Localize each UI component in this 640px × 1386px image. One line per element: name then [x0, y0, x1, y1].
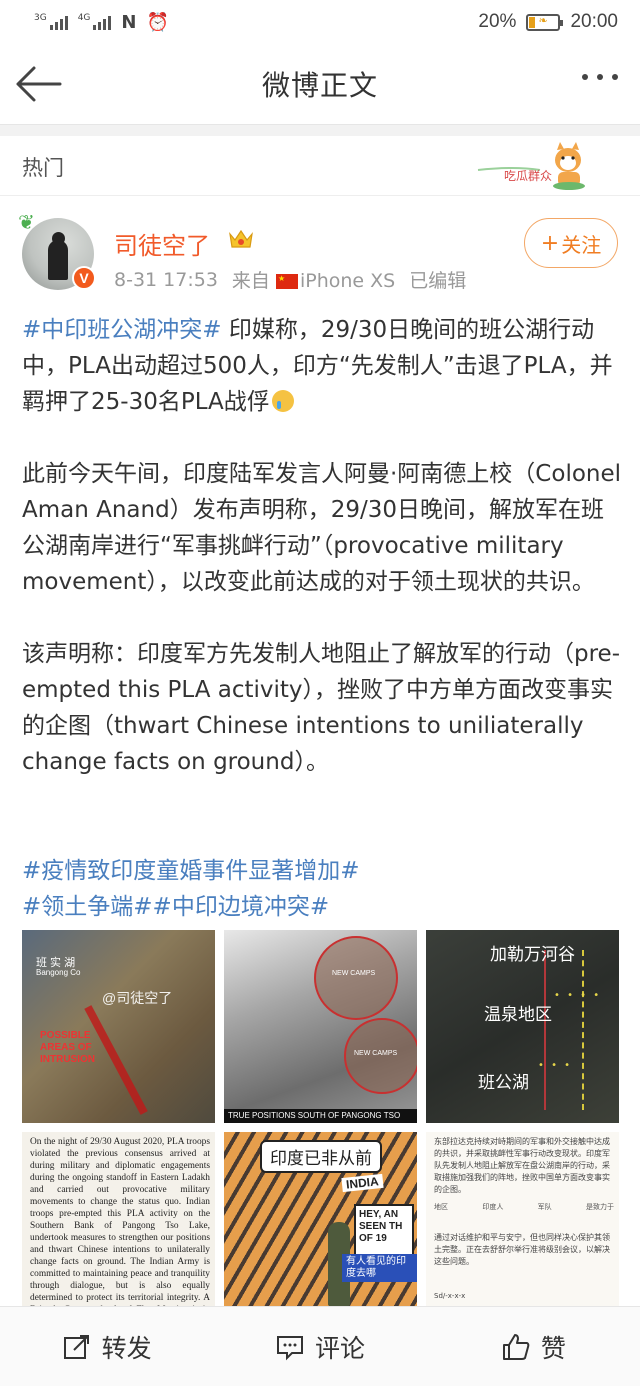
hashtag-link[interactable]: #疫情致印度童婚事件显著增加# — [22, 858, 360, 884]
crown-icon[interactable] — [228, 228, 254, 250]
action-bar: 转发 评论 赞 — [0, 1306, 640, 1386]
plus-icon: + — [540, 230, 560, 256]
image-doc-cell: 是致力于 — [585, 1203, 614, 1211]
comment-label: 评论 — [314, 1333, 365, 1363]
image-doc-cell: 地区 — [434, 1203, 448, 1211]
crying-emoji-icon — [271, 390, 294, 412]
cell-signal-icon: 3G — [34, 14, 68, 30]
top-nav: 微博正文 — [0, 44, 640, 124]
edited-label: 已编辑 — [409, 270, 467, 292]
image-label: Bangong Co — [36, 968, 81, 977]
page-title: 微博正文 — [261, 69, 378, 102]
image-cartoon-tiger[interactable]: 印度已非从前 INDIA HEY, AN SEEN TH OF 19 有人看见的… — [224, 1132, 417, 1310]
image-grid: 班 实 湖 Bangong Co @司徒空了 POSSIBLE AREAS OF… — [22, 930, 619, 1310]
more-dot-icon — [597, 74, 603, 80]
hot-section[interactable]: 热门 吃瓜群众 — [0, 136, 640, 196]
china-flag-icon — [275, 274, 298, 289]
follow-button[interactable]: + 关注 — [524, 218, 618, 268]
paragraph-2: 此前今天午间，印度陆军发言人阿曼·阿南德上校（Colonel Aman Anan… — [22, 461, 622, 595]
image-doc-text: 东部拉达克持续对峙期间的军事和外交接触中达成的共识，并采取挑衅性军事行动改变现状… — [434, 1137, 610, 1194]
image-statement-english[interactable]: On the night of 29/30 August 2020, PLA t… — [22, 1132, 215, 1310]
image-doc-text: 通过对话维护和平与安宁，但也同样决心保护其领土完整。正在去舒舒尔举行准将级别会议… — [434, 1233, 610, 1266]
image-label: POSSIBLE AREAS OF INTRUSION — [40, 1030, 95, 1065]
battery-icon: ❧ — [526, 13, 564, 31]
verified-badge-icon: V — [72, 266, 96, 290]
image-doc-sign: Sd/-x-x-x — [434, 1292, 466, 1300]
repost-button[interactable]: 转发 — [0, 1307, 213, 1386]
clock: 20:00 — [570, 11, 618, 32]
image-label: 温泉地区 — [484, 1005, 552, 1025]
like-label: 赞 — [540, 1333, 566, 1363]
hashtag-link[interactable]: #中印边境冲突# — [153, 894, 330, 920]
mascot-text: 吃瓜群众 — [504, 169, 552, 183]
melon-eater-mascot-icon: 吃瓜群众 — [477, 142, 585, 190]
header-separator — [0, 124, 640, 136]
image-label: NEW CAMPS — [354, 1050, 398, 1057]
image-map-bangong[interactable]: 班 实 湖 Bangong Co @司徒空了 POSSIBLE AREAS OF… — [22, 930, 215, 1123]
image-bubble-text: 印度已非从前 — [260, 1140, 382, 1173]
battery-percent: 20% — [478, 11, 517, 32]
author-name[interactable]: 司徒空了 — [114, 226, 210, 261]
device-name: iPhone XS — [299, 270, 396, 292]
author-avatar[interactable]: ❦ V — [18, 210, 96, 290]
image-label: NEW CAMPS — [332, 970, 376, 977]
paragraph-3: 该声明称：印度军方先发制人地阻止了解放军的行动（pre-empted this … — [22, 641, 620, 775]
post-meta: 8-31 17:53 来自 iPhone XS 已编辑 — [114, 266, 466, 293]
image-map-galwan[interactable]: 加勒万河谷 温泉地区 班公湖 • • • • • • • — [426, 930, 619, 1123]
repost-icon — [63, 1334, 89, 1359]
post-body: #中印班公湖冲突# 印媒称，29/30日晚间的班公湖行动中，PLA出动超过500… — [22, 312, 622, 816]
hashtag-list: #疫情致印度童婚事件显著增加# #领土争端##中印边境冲突# — [22, 853, 622, 925]
image-caption: TRUE POSITIONS SOUTH OF PANGONG TSO — [224, 1109, 417, 1123]
post-date: 8-31 17:53 — [114, 268, 218, 291]
image-label: 加勒万河谷 — [490, 945, 575, 965]
post-source: 来自 iPhone XS — [232, 266, 395, 293]
alarm-icon: ⏰ — [146, 11, 169, 33]
signal-1-type: 3G — [34, 13, 47, 23]
image-doc-text: On the night of 29/30 August 2020, PLA t… — [30, 1137, 210, 1310]
more-options-button[interactable] — [582, 74, 618, 80]
hashtag-link[interactable]: #领土争端# — [22, 894, 153, 920]
more-dot-icon — [612, 74, 618, 80]
back-button[interactable] — [14, 64, 64, 104]
image-subtitle: 有人看见的印度去哪 — [342, 1254, 417, 1282]
more-dot-icon — [582, 74, 588, 80]
comment-button[interactable]: 评论 — [213, 1307, 426, 1386]
image-label: 班公湖 — [478, 1073, 529, 1093]
status-right: 20% ❧ 20:00 — [478, 11, 618, 33]
paragraph-1: #中印班公湖冲突# 印媒称，29/30日晚间的班公湖行动中，PLA出动超过500… — [22, 312, 622, 420]
sprout-icon: ❦ — [18, 210, 35, 234]
follow-label: 关注 — [561, 232, 602, 257]
status-left: 3G 4G N ⏰ — [34, 12, 169, 33]
image-doc-cell: 印度人 — [482, 1203, 504, 1211]
nfc-icon: N — [121, 11, 137, 33]
comment-icon — [276, 1335, 303, 1360]
hashtag-link[interactable]: #中印班公湖冲突# — [22, 317, 222, 343]
cell-signal-2-icon: 4G — [78, 14, 112, 30]
repost-label: 转发 — [101, 1333, 152, 1363]
image-watermark: @司徒空了 — [102, 990, 173, 1006]
like-button[interactable]: 赞 — [427, 1307, 640, 1386]
thumbs-up-icon — [502, 1333, 530, 1360]
signal-2-type: 4G — [77, 13, 91, 23]
image-doc-cell: 军队 — [537, 1203, 552, 1211]
hot-label: 热门 — [22, 156, 64, 180]
image-satellite-camps[interactable]: NEW CAMPS NEW CAMPS TRUE POSITIONS SOUTH… — [224, 930, 417, 1123]
status-bar: 3G 4G N ⏰ 20% ❧ 20:00 — [0, 0, 640, 44]
image-doc-row: 地区 印度人 军队 是致力于 — [434, 1202, 614, 1212]
back-arrow-icon — [16, 66, 62, 102]
image-statement-chinese[interactable]: 东部拉达克持续对峙期间的军事和外交接触中达成的共识，并采取挑衅性军事行动改变现状… — [426, 1132, 619, 1310]
source-prefix: 来自 — [231, 270, 270, 292]
